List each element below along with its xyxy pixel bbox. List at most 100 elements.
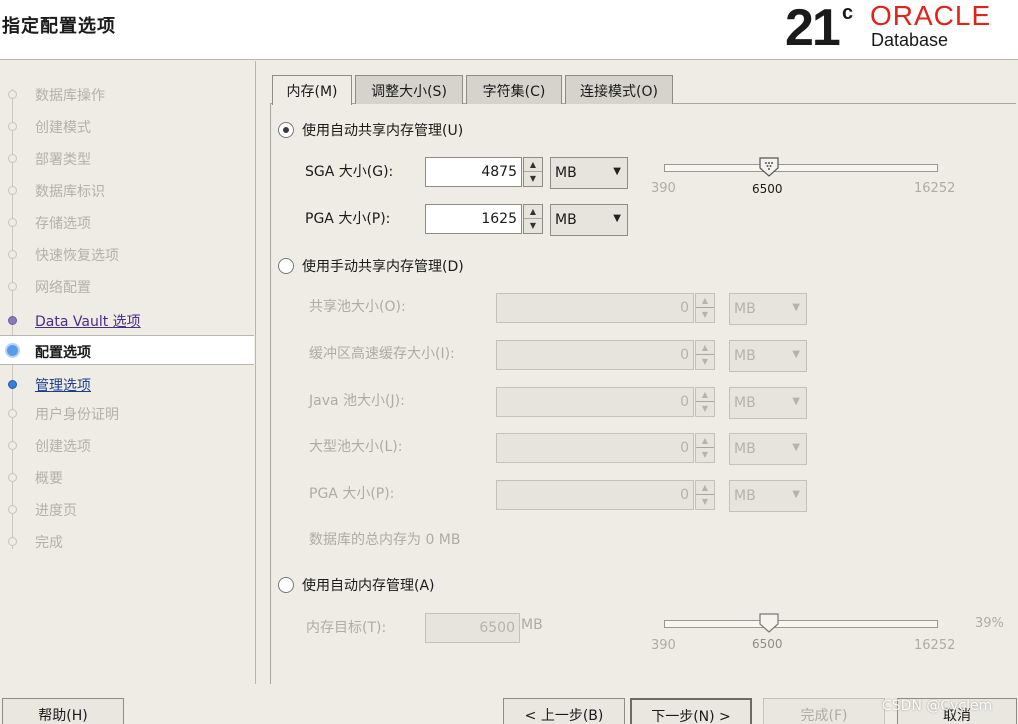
tab-character-sets[interactable]: 字符集(C) [466,75,562,104]
spin-up-icon[interactable]: ▲ [524,158,542,172]
step-dot-icon [8,90,17,99]
step-dot-icon [8,154,17,163]
manual-pga-unit-select[interactable]: MB ▼ [729,480,807,512]
step-dot-icon [8,316,17,325]
manual-smm-label[interactable]: 使用手动共享内存管理(D) [302,256,464,276]
buffer-cache-input[interactable]: 0 [496,340,694,370]
large-pool-label: 大型池大小(L): [309,439,403,455]
chevron-down-icon: ▼ [613,213,621,224]
spin-up-icon[interactable]: ▲ [696,341,714,355]
amm-slider-current-label: 6500 [752,637,783,651]
logo-brand: ORACLE [870,0,992,31]
tab-memory[interactable]: 内存(M) [272,75,352,105]
chevron-down-icon: ▼ [792,302,800,313]
amm-label[interactable]: 使用自动内存管理(A) [302,575,435,595]
memory-target-input[interactable]: 6500 [425,613,520,643]
large-pool-unit-select[interactable]: MB ▼ [729,433,807,465]
amm-radio[interactable] [278,577,294,593]
java-pool-label: Java 池大小(J): [309,393,405,409]
spin-down-icon[interactable]: ▼ [524,172,542,186]
help-button[interactable]: 帮助(H) [2,698,124,724]
java-pool-input[interactable]: 0 [496,387,694,417]
spin-up-icon[interactable]: ▲ [696,388,714,402]
large-pool-spinner[interactable]: ▲ ▼ [695,433,715,463]
buffer-cache-unit-select[interactable]: MB ▼ [729,340,807,372]
asmm-radio[interactable] [278,122,294,138]
shared-pool-unit-select[interactable]: MB ▼ [729,293,807,325]
total-memory-note: 数据库的总内存为 0 MB [309,532,461,548]
logo-version: 21 [785,0,841,57]
sga-slider-track[interactable] [664,164,938,172]
step-dot-icon [8,250,17,259]
finish-button[interactable]: 完成(F) [763,698,885,724]
chevron-down-icon: ▼ [613,166,621,177]
step-user-credentials: 用户身份证明 [0,398,254,428]
java-pool-spinner[interactable]: ▲ ▼ [695,387,715,417]
step-creation-mode: 创建模式 [0,111,254,141]
manual-pga-input[interactable]: 0 [496,480,694,510]
java-pool-unit-select[interactable]: MB ▼ [729,387,807,419]
manual-smm-radio[interactable] [278,258,294,274]
spin-up-icon[interactable]: ▲ [696,481,714,495]
pga-size-input[interactable]: 1625 [425,204,522,234]
sga-size-input[interactable]: 4875 [425,157,522,187]
manual-pga-label: PGA 大小(P): [309,486,395,502]
chevron-down-icon: ▼ [792,489,800,500]
manual-pga-spinner[interactable]: ▲ ▼ [695,480,715,510]
spin-down-icon[interactable]: ▼ [696,448,714,462]
spin-down-icon[interactable]: ▼ [524,219,542,233]
memory-target-unit: MB [521,617,543,633]
header: 指定配置选项 21 c ORACLE Database [0,0,1018,60]
logo-product: Database [871,30,949,50]
step-dot-icon [8,122,17,131]
step-progress: 进度页 [0,494,254,524]
back-button[interactable]: < 上一步(B) [503,698,625,724]
step-fast-recovery: 快速恢复选项 [0,239,254,269]
step-dot-icon [8,218,17,227]
step-creation-options: 创建选项 [0,430,254,460]
pga-size-spinner[interactable]: ▲ ▼ [523,204,543,234]
pga-unit-select[interactable]: MB ▼ [550,204,628,236]
step-deployment-type: 部署类型 [0,143,254,173]
step-storage-option: 存储选项 [0,207,254,237]
large-pool-input[interactable]: 0 [496,433,694,463]
spin-down-icon[interactable]: ▼ [696,495,714,509]
amm-percent-label: 39% [975,616,1004,631]
spin-up-icon[interactable]: ▲ [696,294,714,308]
step-data-vault[interactable]: Data Vault 选项 [0,305,254,335]
chevron-down-icon: ▼ [792,442,800,453]
sga-size-spinner[interactable]: ▲ ▼ [523,157,543,187]
slider-thumb-icon[interactable] [759,613,779,633]
amm-slider-max-label: 16252 [914,638,956,653]
shared-pool-input[interactable]: 0 [496,293,694,323]
next-button[interactable]: 下一步(N) > [630,698,752,724]
step-dot-icon [8,537,17,546]
slider-max-label: 16252 [914,181,956,196]
spin-down-icon[interactable]: ▼ [696,308,714,322]
tab-connection-mode[interactable]: 连接模式(O) [565,75,673,104]
shared-pool-spinner[interactable]: ▲ ▼ [695,293,715,323]
slider-thumb-icon[interactable] [759,157,779,177]
slider-current-label: 6500 [752,182,783,196]
pga-size-label: PGA 大小(P): [305,211,391,227]
spin-down-icon[interactable]: ▼ [696,355,714,369]
logo-version-suffix: c [842,2,854,24]
amm-slider-track[interactable] [664,620,938,628]
spin-down-icon[interactable]: ▼ [696,402,714,416]
spin-up-icon[interactable]: ▲ [524,205,542,219]
buffer-cache-spinner[interactable]: ▲ ▼ [695,340,715,370]
step-dot-icon [8,441,17,450]
step-database-operation: 数据库操作 [0,79,254,109]
step-dot-icon [8,380,17,389]
current-step-icon [5,343,20,358]
step-finish: 完成 [0,526,254,556]
sga-unit-select[interactable]: MB ▼ [550,157,628,189]
step-management-options[interactable]: 管理选项 [0,369,254,399]
asmm-label[interactable]: 使用自动共享内存管理(U) [302,120,463,140]
step-dot-icon [8,505,17,514]
step-network-config: 网络配置 [0,271,254,301]
sga-size-label: SGA 大小(G): [305,164,394,180]
tab-sizing[interactable]: 调整大小(S) [355,75,463,104]
wizard-steps-sidebar: 数据库操作 创建模式 部署类型 数据库标识 存储选项 快速恢复选项 网络配置 D… [0,61,256,684]
spin-up-icon[interactable]: ▲ [696,434,714,448]
